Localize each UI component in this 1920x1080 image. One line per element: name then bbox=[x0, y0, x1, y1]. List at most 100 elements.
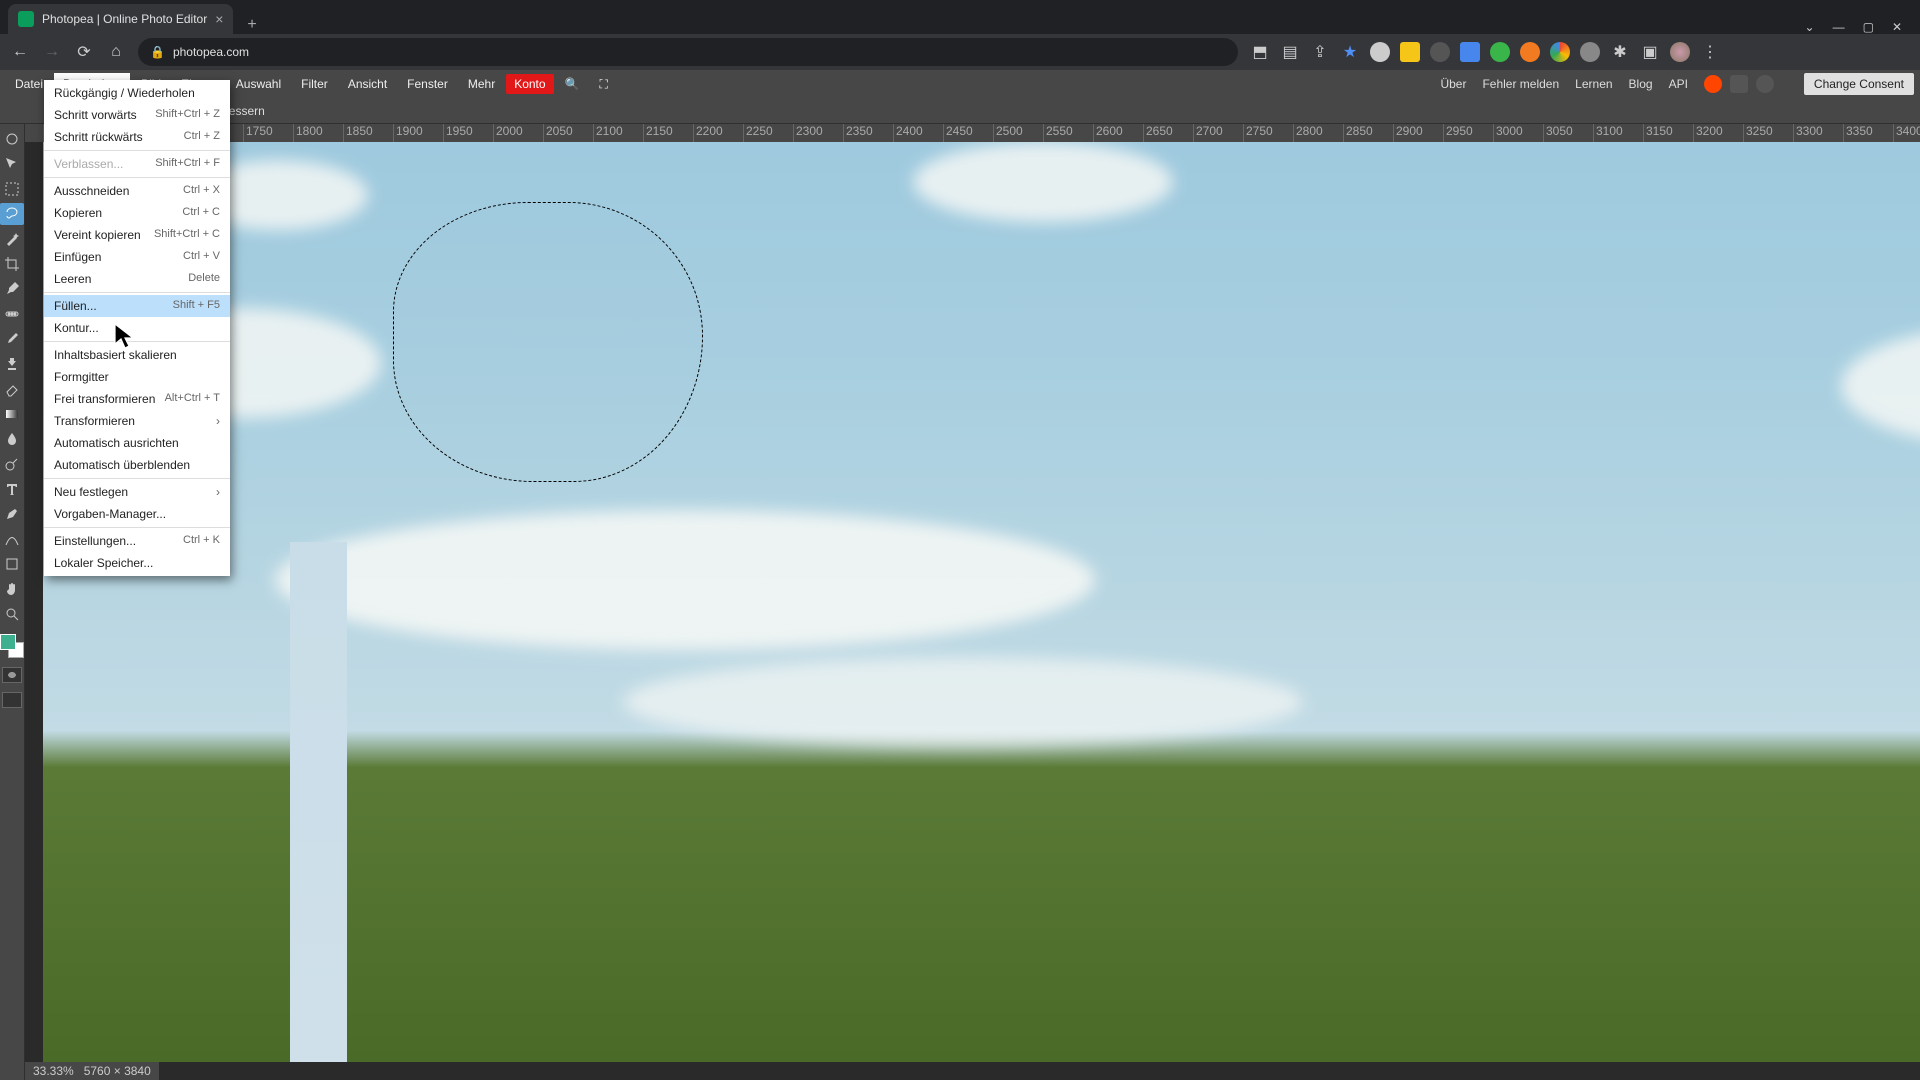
ext-icon-3[interactable] bbox=[1430, 42, 1450, 62]
menu-konto[interactable]: Konto bbox=[506, 74, 553, 94]
tool-move[interactable] bbox=[0, 128, 24, 150]
ext-icon-7[interactable] bbox=[1550, 42, 1570, 62]
tool-select[interactable] bbox=[0, 153, 24, 175]
tool-wand[interactable] bbox=[0, 228, 24, 250]
profile-avatar-icon[interactable] bbox=[1670, 42, 1690, 62]
new-tab-button[interactable]: + bbox=[233, 16, 270, 34]
menu-stroke[interactable]: Kontur... bbox=[44, 317, 230, 339]
tool-clone[interactable] bbox=[0, 353, 24, 375]
address-bar[interactable]: 🔒 photopea.com bbox=[138, 38, 1238, 66]
menu-search-icon[interactable]: 🔍 bbox=[556, 73, 589, 95]
kebab-menu-icon[interactable]: ⋮ bbox=[1700, 42, 1720, 62]
reddit-icon[interactable] bbox=[1704, 75, 1722, 93]
nav-back-icon[interactable]: ← bbox=[10, 43, 30, 61]
menu-mehr[interactable]: Mehr bbox=[459, 73, 504, 95]
nav-reload-icon[interactable]: ⟳ bbox=[74, 42, 94, 62]
url-text: photopea.com bbox=[173, 45, 249, 59]
quickmask-icon[interactable] bbox=[2, 667, 22, 683]
browser-tab[interactable]: Photopea | Online Photo Editor × bbox=[8, 4, 233, 34]
link-fehler[interactable]: Fehler melden bbox=[1482, 77, 1559, 91]
reader-icon[interactable]: ▤ bbox=[1280, 42, 1300, 62]
screenmode-icon[interactable] bbox=[2, 692, 22, 708]
link-api[interactable]: API bbox=[1669, 77, 1688, 91]
tool-lasso[interactable] bbox=[0, 203, 24, 225]
ext-icon-6[interactable] bbox=[1520, 42, 1540, 62]
ext-icon-1[interactable] bbox=[1370, 42, 1390, 62]
canvas[interactable] bbox=[25, 142, 1920, 1080]
tool-shape[interactable] bbox=[0, 553, 24, 575]
menu-undo-redo[interactable]: Rückgängig / Wiederholen bbox=[44, 82, 230, 104]
menu-preferences[interactable]: Einstellungen...Ctrl + K bbox=[44, 530, 230, 552]
status-zoom: 33.33% bbox=[33, 1064, 74, 1078]
menu-auswahl[interactable]: Auswahl bbox=[227, 73, 290, 95]
tool-hand[interactable] bbox=[0, 578, 24, 600]
lasso-selection bbox=[393, 202, 703, 482]
menu-fullscreen-icon[interactable]: ⛶ bbox=[591, 73, 617, 96]
share-icon[interactable]: ⇪ bbox=[1310, 42, 1330, 62]
tool-blur[interactable] bbox=[0, 428, 24, 450]
ext-icon-5[interactable] bbox=[1490, 42, 1510, 62]
facebook-icon[interactable] bbox=[1756, 75, 1774, 93]
menu-auto-align[interactable]: Automatisch ausrichten bbox=[44, 432, 230, 454]
tool-pen[interactable] bbox=[0, 503, 24, 525]
menu-fill[interactable]: Füllen...Shift + F5 bbox=[44, 295, 230, 317]
ruler-horizontal: 1550160016501700175018001850190019502000… bbox=[25, 124, 1920, 142]
menu-cut[interactable]: AusschneidenCtrl + X bbox=[44, 180, 230, 202]
menu-copy-merged[interactable]: Vereint kopierenShift+Ctrl + C bbox=[44, 224, 230, 246]
nav-forward-icon: → bbox=[42, 43, 62, 61]
tool-heal[interactable] bbox=[0, 303, 24, 325]
tool-crop[interactable] bbox=[0, 253, 24, 275]
extensions-icon[interactable]: ✱ bbox=[1610, 42, 1630, 62]
bearbeiten-menu: Rückgängig / Wiederholen Schritt vorwärt… bbox=[44, 80, 230, 576]
menu-filter[interactable]: Filter bbox=[292, 73, 337, 95]
window-minimize-icon[interactable]: — bbox=[1833, 20, 1845, 34]
menu-local-storage[interactable]: Lokaler Speicher... bbox=[44, 552, 230, 574]
ext-icon-2[interactable] bbox=[1400, 42, 1420, 62]
window-close-icon[interactable]: ✕ bbox=[1892, 20, 1902, 34]
tool-gradient[interactable] bbox=[0, 403, 24, 425]
menu-fade: Verblassen...Shift+Ctrl + F bbox=[44, 153, 230, 175]
menu-puppet[interactable]: Formgitter bbox=[44, 366, 230, 388]
twitter-icon[interactable] bbox=[1730, 75, 1748, 93]
link-blog[interactable]: Blog bbox=[1629, 77, 1653, 91]
lock-icon: 🔒 bbox=[150, 45, 165, 59]
link-lernen[interactable]: Lernen bbox=[1575, 77, 1612, 91]
tool-type[interactable] bbox=[0, 478, 24, 500]
menu-copy[interactable]: KopierenCtrl + C bbox=[44, 202, 230, 224]
ext-icon-4[interactable] bbox=[1460, 42, 1480, 62]
color-swatch[interactable] bbox=[0, 634, 24, 658]
tool-path[interactable] bbox=[0, 528, 24, 550]
favicon-icon bbox=[18, 11, 34, 27]
menu-auto-blend[interactable]: Automatisch überblenden bbox=[44, 454, 230, 476]
menu-step-backward[interactable]: Schritt rückwärtsCtrl + Z bbox=[44, 126, 230, 148]
status-bar: 33.33% 5760 × 3840 bbox=[25, 1062, 159, 1080]
status-dims: 5760 × 3840 bbox=[84, 1064, 151, 1078]
window-maximize-icon[interactable]: ▢ bbox=[1863, 20, 1874, 34]
install-icon[interactable]: ⬒ bbox=[1250, 42, 1270, 62]
menu-define-new[interactable]: Neu festlegen› bbox=[44, 481, 230, 503]
link-ueber[interactable]: Über bbox=[1440, 77, 1466, 91]
menu-clear[interactable]: LeerenDelete bbox=[44, 268, 230, 290]
menu-fenster[interactable]: Fenster bbox=[398, 73, 457, 95]
tool-zoom[interactable] bbox=[0, 603, 24, 625]
sidepanel-icon[interactable]: ▣ bbox=[1640, 42, 1660, 62]
tool-dodge[interactable] bbox=[0, 453, 24, 475]
menu-transform[interactable]: Transformieren› bbox=[44, 410, 230, 432]
menu-preset-manager[interactable]: Vorgaben-Manager... bbox=[44, 503, 230, 525]
menu-paste[interactable]: EinfügenCtrl + V bbox=[44, 246, 230, 268]
bookmark-icon[interactable]: ★ bbox=[1340, 42, 1360, 62]
ext-icon-8[interactable] bbox=[1580, 42, 1600, 62]
tool-eraser[interactable] bbox=[0, 378, 24, 400]
menu-ansicht[interactable]: Ansicht bbox=[339, 73, 396, 95]
tab-title: Photopea | Online Photo Editor bbox=[42, 12, 207, 26]
chevron-down-icon[interactable]: ⌄ bbox=[1805, 20, 1815, 34]
tool-marquee[interactable] bbox=[0, 178, 24, 200]
tool-brush[interactable] bbox=[0, 328, 24, 350]
menu-free-transform[interactable]: Frei transformierenAlt+Ctrl + T bbox=[44, 388, 230, 410]
tab-close-icon[interactable]: × bbox=[215, 11, 223, 27]
change-consent-button[interactable]: Change Consent bbox=[1804, 73, 1914, 95]
menu-content-scale[interactable]: Inhaltsbasiert skalieren bbox=[44, 344, 230, 366]
menu-step-forward[interactable]: Schritt vorwärtsShift+Ctrl + Z bbox=[44, 104, 230, 126]
nav-home-icon[interactable]: ⌂ bbox=[106, 43, 126, 61]
tool-eyedropper[interactable] bbox=[0, 278, 24, 300]
